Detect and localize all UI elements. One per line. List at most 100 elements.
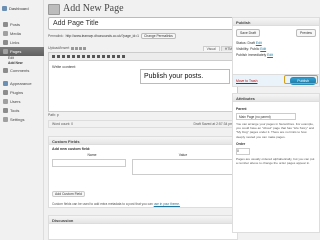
media-buttons — [71, 46, 87, 50]
bullet-list-icon[interactable] — [67, 55, 70, 58]
unlink-icon[interactable] — [102, 55, 105, 58]
sidebar-item-settings[interactable]: Settings — [0, 115, 44, 124]
fullscreen-icon[interactable] — [117, 55, 120, 58]
word-count: Word count: 0 — [52, 122, 74, 126]
custom-fields-inputs — [52, 159, 234, 175]
editor-top-row: Upload/Insert Visual HTML — [48, 44, 238, 52]
sidebar-item-label: Dashboard — [9, 5, 29, 11]
pages-header-icon — [48, 4, 60, 15]
spellcheck-icon[interactable] — [112, 55, 115, 58]
align-right-icon[interactable] — [92, 55, 95, 58]
align-left-icon[interactable] — [82, 55, 85, 58]
publish-date-text: Publish immediately — [236, 53, 267, 57]
custom-field-value-input[interactable] — [132, 159, 234, 175]
publish-date-line: Publish immediately Edit — [233, 52, 319, 58]
column-value: Value — [178, 153, 188, 157]
add-video-icon[interactable] — [75, 46, 79, 50]
sidebar-item-plugins[interactable]: Plugins — [0, 88, 44, 97]
discussion-box: Discussion — [48, 215, 238, 240]
add-custom-field-button[interactable]: Add Custom Field — [52, 191, 85, 197]
add-image-icon[interactable] — [71, 46, 75, 50]
visibility-text: Visibility: Public — [236, 47, 260, 51]
media-icon — [3, 31, 8, 36]
settings-icon — [3, 117, 8, 122]
link-icon[interactable] — [97, 55, 100, 58]
sidebar-item-label: Links — [10, 40, 20, 45]
parent-label: Parent — [236, 107, 247, 111]
edit-status-link[interactable]: Edit — [256, 41, 262, 45]
admin-sidebar: Dashboard Posts Media Links Pages Edit A… — [0, 0, 44, 240]
pin-icon — [3, 22, 8, 27]
blockquote-icon[interactable] — [77, 55, 80, 58]
sidebar-item-label: Settings — [10, 117, 25, 122]
editor-status-bar: Word count: 0 Draft Saved at 2:57:34 pm. — [48, 120, 238, 128]
custom-field-name-input[interactable] — [52, 159, 126, 167]
custom-fields-note: Custom fields can be used to add extra m… — [52, 202, 180, 206]
sidebar-item-users[interactable]: Users — [0, 97, 44, 106]
post-title-input[interactable]: Add Page Title — [48, 17, 238, 30]
edit-date-link[interactable]: Edit — [267, 53, 273, 57]
attributes-box: Attributes Parent Main Page (no parent) … — [232, 93, 320, 233]
permalink-url[interactable]: http://www.learnwp.dhozsounds.co.uk/?pag… — [66, 34, 139, 38]
more-tag-icon[interactable] — [107, 55, 110, 58]
sidebar-item-label: Appearance — [10, 81, 32, 86]
add-media-icon[interactable] — [83, 46, 87, 50]
editor-toolbar — [49, 53, 237, 61]
numbered-list-icon[interactable] — [72, 55, 75, 58]
status-text: Status: Draft — [236, 41, 255, 45]
plugins-icon — [3, 90, 8, 95]
discussion-heading[interactable]: Discussion — [49, 216, 237, 224]
users-icon — [3, 99, 8, 104]
bold-icon[interactable] — [52, 55, 55, 58]
order-label: Order — [236, 141, 246, 146]
sidebar-item-dashboard[interactable]: Dashboard — [2, 4, 42, 12]
parent-help: You can arrange your pages in hierarchie… — [236, 122, 315, 139]
sidebar-item-media[interactable]: Media — [0, 29, 44, 38]
sidebar-item-label: Comments — [10, 68, 30, 73]
sidebar-item-posts[interactable]: Posts — [0, 20, 44, 29]
save-draft-button[interactable]: Save Draft — [236, 29, 261, 37]
custom-fields-note-text: Custom fields can be used to add extra m… — [52, 202, 153, 206]
tab-visual[interactable]: Visual — [202, 45, 220, 51]
edit-visibility-link[interactable]: Edit — [260, 47, 266, 51]
dashboard-icon — [2, 5, 7, 11]
editor-path: Path: p — [48, 113, 59, 117]
parent-select[interactable]: Main Page (no parent) — [236, 113, 296, 120]
kitchen-sink-icon[interactable] — [122, 55, 125, 58]
custom-fields-note-link[interactable]: use in your theme. — [154, 202, 180, 206]
publish-heading[interactable]: Publish — [233, 18, 319, 26]
comments-icon — [3, 68, 8, 73]
links-icon — [3, 40, 8, 45]
tools-icon — [3, 108, 8, 113]
sidebar-item-label: Tools — [10, 108, 20, 113]
change-permalinks-button[interactable]: Change Permalinks — [140, 33, 176, 39]
page-title: Add New Page — [63, 3, 124, 14]
sidebar-item-pages[interactable]: Pages — [0, 47, 44, 56]
publish-highlight — [284, 75, 318, 84]
align-center-icon[interactable] — [87, 55, 90, 58]
attributes-heading[interactable]: Attributes — [233, 94, 319, 102]
permalink-row: Permalink: http://www.learnwp.dhozsounds… — [48, 32, 238, 40]
order-input[interactable]: 0 — [236, 147, 250, 155]
column-name: Name — [87, 153, 97, 157]
sidebar-item-label: Pages — [10, 49, 22, 54]
add-audio-icon[interactable] — [79, 46, 83, 50]
sidebar-item-tools[interactable]: Tools — [0, 106, 44, 115]
draft-saved-status: Draft Saved at 2:57:34 pm. — [193, 122, 234, 126]
tutorial-callout: Publish your posts. — [140, 69, 230, 84]
sidebar-item-appearance[interactable]: Appearance — [0, 79, 44, 88]
custom-fields-heading[interactable]: Custom Fields — [49, 137, 237, 145]
custom-fields-box: Custom Fields Add new custom field: Name… — [48, 136, 238, 208]
move-to-trash-link[interactable]: Move to Trash — [236, 79, 257, 83]
sidebar-menu: Posts Media Links Pages Edit Add New Com… — [0, 20, 44, 124]
order-help: Pages are usually ordered alphabetically… — [236, 156, 315, 166]
custom-fields-subheading: Add new custom field: — [52, 147, 91, 151]
sidebar-item-comments[interactable]: Comments — [0, 66, 44, 75]
preview-button[interactable]: Preview — [295, 29, 316, 37]
sidebar-item-label: Users — [10, 99, 21, 104]
sidebar-item-links[interactable]: Links — [0, 38, 44, 47]
strikethrough-icon[interactable] — [62, 55, 65, 58]
appearance-icon — [3, 81, 8, 86]
italic-icon[interactable] — [57, 55, 60, 58]
sidebar-item-label: Media — [10, 31, 21, 36]
